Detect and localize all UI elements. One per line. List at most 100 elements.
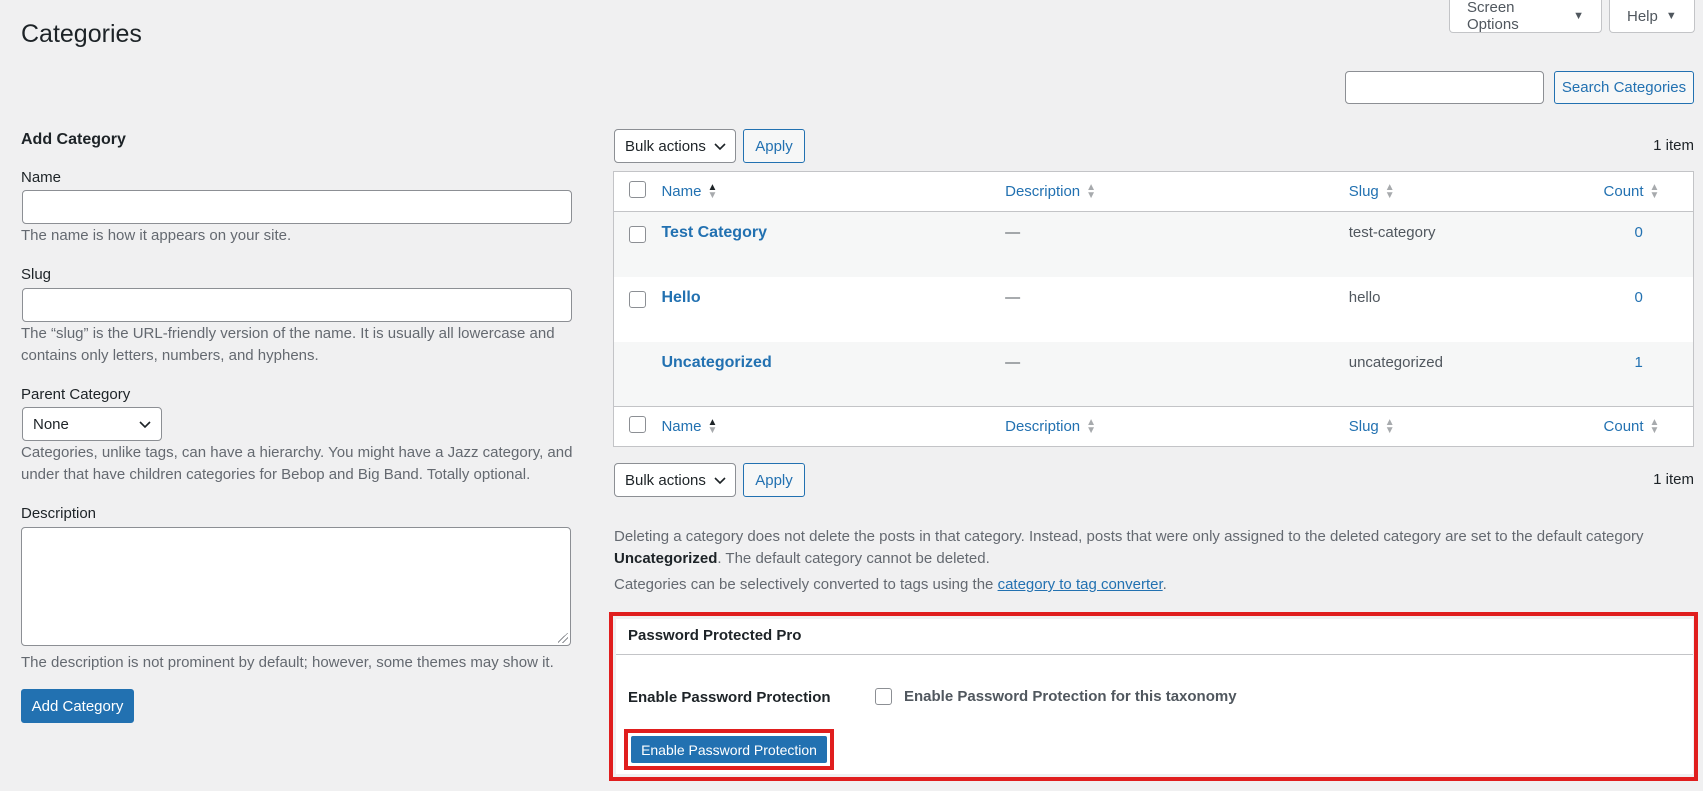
panel-title: Password Protected Pro — [616, 619, 1693, 655]
column-description-label: Description — [1005, 183, 1081, 200]
screen-options-button[interactable]: Screen Options ▼ — [1449, 0, 1602, 33]
category-description: — — [1005, 288, 1021, 306]
item-count-bottom: 1 item — [1653, 471, 1694, 488]
add-category-heading: Add Category — [21, 131, 126, 148]
convert-note: Categories can be selectively converted … — [614, 574, 1167, 596]
bulk-actions-select-bottom[interactable]: Bulk actions — [614, 463, 736, 497]
category-to-tag-converter-link[interactable]: category to tag converter — [998, 576, 1163, 593]
apply-button-bottom[interactable]: Apply — [743, 463, 805, 497]
slug-help-line-2: contains only letters, numbers, and hyph… — [21, 347, 319, 364]
sort-arrows-icon: ▲ ▼ — [1649, 416, 1660, 436]
column-count-sort-footer[interactable]: Count ▲ ▼ — [1603, 416, 1660, 436]
bulk-actions-value: Bulk actions — [625, 137, 706, 155]
chevron-down-icon — [714, 143, 726, 151]
bulk-actions-value: Bulk actions — [625, 471, 706, 489]
description-help: The description is not prominent by defa… — [21, 654, 554, 671]
convert-note-text: Categories can be selectively converted … — [614, 576, 994, 593]
sort-arrows-icon: ▲ ▼ — [1384, 181, 1395, 201]
row-checkbox[interactable] — [629, 290, 646, 308]
category-count-link[interactable]: 0 — [1635, 224, 1643, 241]
slug-help-line-1: The “slug” is the URL-friendly version o… — [21, 325, 555, 342]
column-slug-label: Slug — [1348, 418, 1379, 435]
resize-handle[interactable] — [558, 633, 568, 643]
parent-category-label: Parent Category — [21, 386, 131, 403]
description-textarea[interactable] — [21, 527, 571, 646]
enable-protection-label: Enable Password Protection — [628, 689, 831, 706]
category-count-link[interactable]: 0 — [1635, 289, 1643, 306]
category-description: — — [1005, 353, 1021, 371]
caret-down-icon: ▼ — [1665, 10, 1677, 22]
sort-arrows-icon: ▲ ▼ — [1384, 416, 1395, 436]
category-slug: test-category — [1348, 224, 1436, 241]
column-description-sort[interactable]: Description ▲ ▼ — [1005, 181, 1097, 201]
help-label: Help — [1627, 7, 1658, 25]
column-slug-sort[interactable]: Slug ▲ ▼ — [1348, 181, 1395, 201]
enable-protection-checkbox[interactable] — [875, 688, 892, 705]
name-input[interactable] — [22, 190, 572, 224]
description-label: Description — [21, 505, 97, 522]
slug-label: Slug — [21, 266, 52, 283]
parent-help: Categories, unlike tags, can have a hier… — [21, 442, 581, 486]
search-input[interactable] — [1345, 71, 1544, 104]
name-help: The name is how it appears on your site. — [21, 227, 292, 244]
column-name-sort-footer[interactable]: Name ▲ ▼ — [661, 416, 718, 436]
apply-button[interactable]: Apply — [743, 129, 805, 163]
column-name-sort[interactable]: Name ▲ ▼ — [661, 181, 718, 201]
column-description-sort-footer[interactable]: Description ▲ ▼ — [1005, 416, 1097, 436]
name-label: Name — [21, 169, 62, 186]
table-footer-row: Name ▲ ▼ Description ▲ ▼ Slug ▲ ▼ Count ▲ ▼ — [613, 406, 1694, 447]
item-count: 1 item — [1653, 137, 1694, 154]
category-count-link[interactable]: 1 — [1635, 354, 1643, 371]
category-slug: uncategorized — [1348, 353, 1443, 371]
column-name-label: Name — [661, 183, 702, 200]
add-category-button[interactable]: Add Category — [21, 689, 134, 723]
help-button[interactable]: Help ▼ — [1609, 0, 1695, 33]
sort-arrows-icon: ▲ ▼ — [1649, 181, 1660, 201]
column-count-sort[interactable]: Count ▲ ▼ — [1603, 181, 1660, 201]
slug-help: The “slug” is the URL-friendly version o… — [21, 323, 581, 367]
screen-options-label: Screen Options — [1467, 0, 1519, 33]
enable-protection-button[interactable]: Enable Password Protection — [631, 736, 827, 763]
category-slug: hello — [1348, 288, 1381, 306]
row-checkbox[interactable] — [629, 226, 646, 243]
column-count-label: Count — [1603, 183, 1644, 200]
bulk-actions-select[interactable]: Bulk actions — [614, 129, 736, 163]
enable-protection-checkbox-label: Enable Password Protection for this taxo… — [904, 688, 1237, 705]
search-categories-button[interactable]: Search Categories — [1554, 71, 1694, 104]
column-count-label: Count — [1603, 418, 1644, 435]
select-all-checkbox-footer[interactable] — [629, 416, 646, 433]
category-description: — — [1005, 224, 1021, 241]
category-name-link[interactable]: Hello — [661, 289, 700, 306]
column-name-label: Name — [661, 418, 702, 435]
parent-help-line-1: Categories, unlike tags, can have a hier… — [21, 444, 573, 461]
delete-note-text: Deleting a category does not delete the … — [614, 528, 1644, 545]
parent-category-select[interactable]: None — [22, 407, 162, 441]
table-row: Hello — hello 0 — [614, 277, 1694, 342]
table-row: Uncategorized — uncategorized 1 — [613, 341, 1694, 407]
sort-arrows-icon: ▲ ▼ — [707, 181, 718, 201]
column-description-label: Description — [1005, 418, 1081, 435]
delete-note: Deleting a category does not delete the … — [614, 526, 1694, 570]
convert-note-period: . — [1162, 576, 1167, 593]
page-title: Categories — [21, 20, 142, 48]
chevron-down-icon — [139, 421, 151, 429]
category-name-link[interactable]: Uncategorized — [661, 354, 771, 371]
parent-help-line-2: under that have children categories for … — [21, 466, 531, 483]
sort-arrows-icon: ▲ ▼ — [1086, 416, 1097, 436]
password-protected-panel: Password Protected Pro Enable Password P… — [616, 619, 1693, 774]
sort-arrows-icon: ▲ ▼ — [707, 416, 718, 436]
default-category-name: Uncategorized — [614, 550, 718, 567]
select-all-checkbox[interactable] — [629, 181, 646, 198]
chevron-down-icon — [714, 477, 726, 485]
column-slug-sort-footer[interactable]: Slug ▲ ▼ — [1348, 416, 1395, 436]
parent-category-value: None — [33, 415, 69, 433]
category-name-link[interactable]: Test Category — [661, 224, 767, 241]
categories-table: Name ▲ ▼ Description ▲ ▼ Slug ▲ ▼ Count ▲ ▼ Test… — [613, 171, 1694, 447]
caret-down-icon: ▼ — [1573, 10, 1584, 22]
table-row: Test Category — test-category 0 — [613, 211, 1694, 277]
table-header-row: Name ▲ ▼ Description ▲ ▼ Slug ▲ ▼ Count ▲ ▼ — [613, 171, 1694, 212]
delete-note-text-2: . The default category cannot be deleted… — [717, 550, 990, 567]
sort-arrows-icon: ▲ ▼ — [1086, 181, 1097, 201]
column-slug-label: Slug — [1348, 183, 1379, 200]
slug-input[interactable] — [22, 288, 572, 322]
